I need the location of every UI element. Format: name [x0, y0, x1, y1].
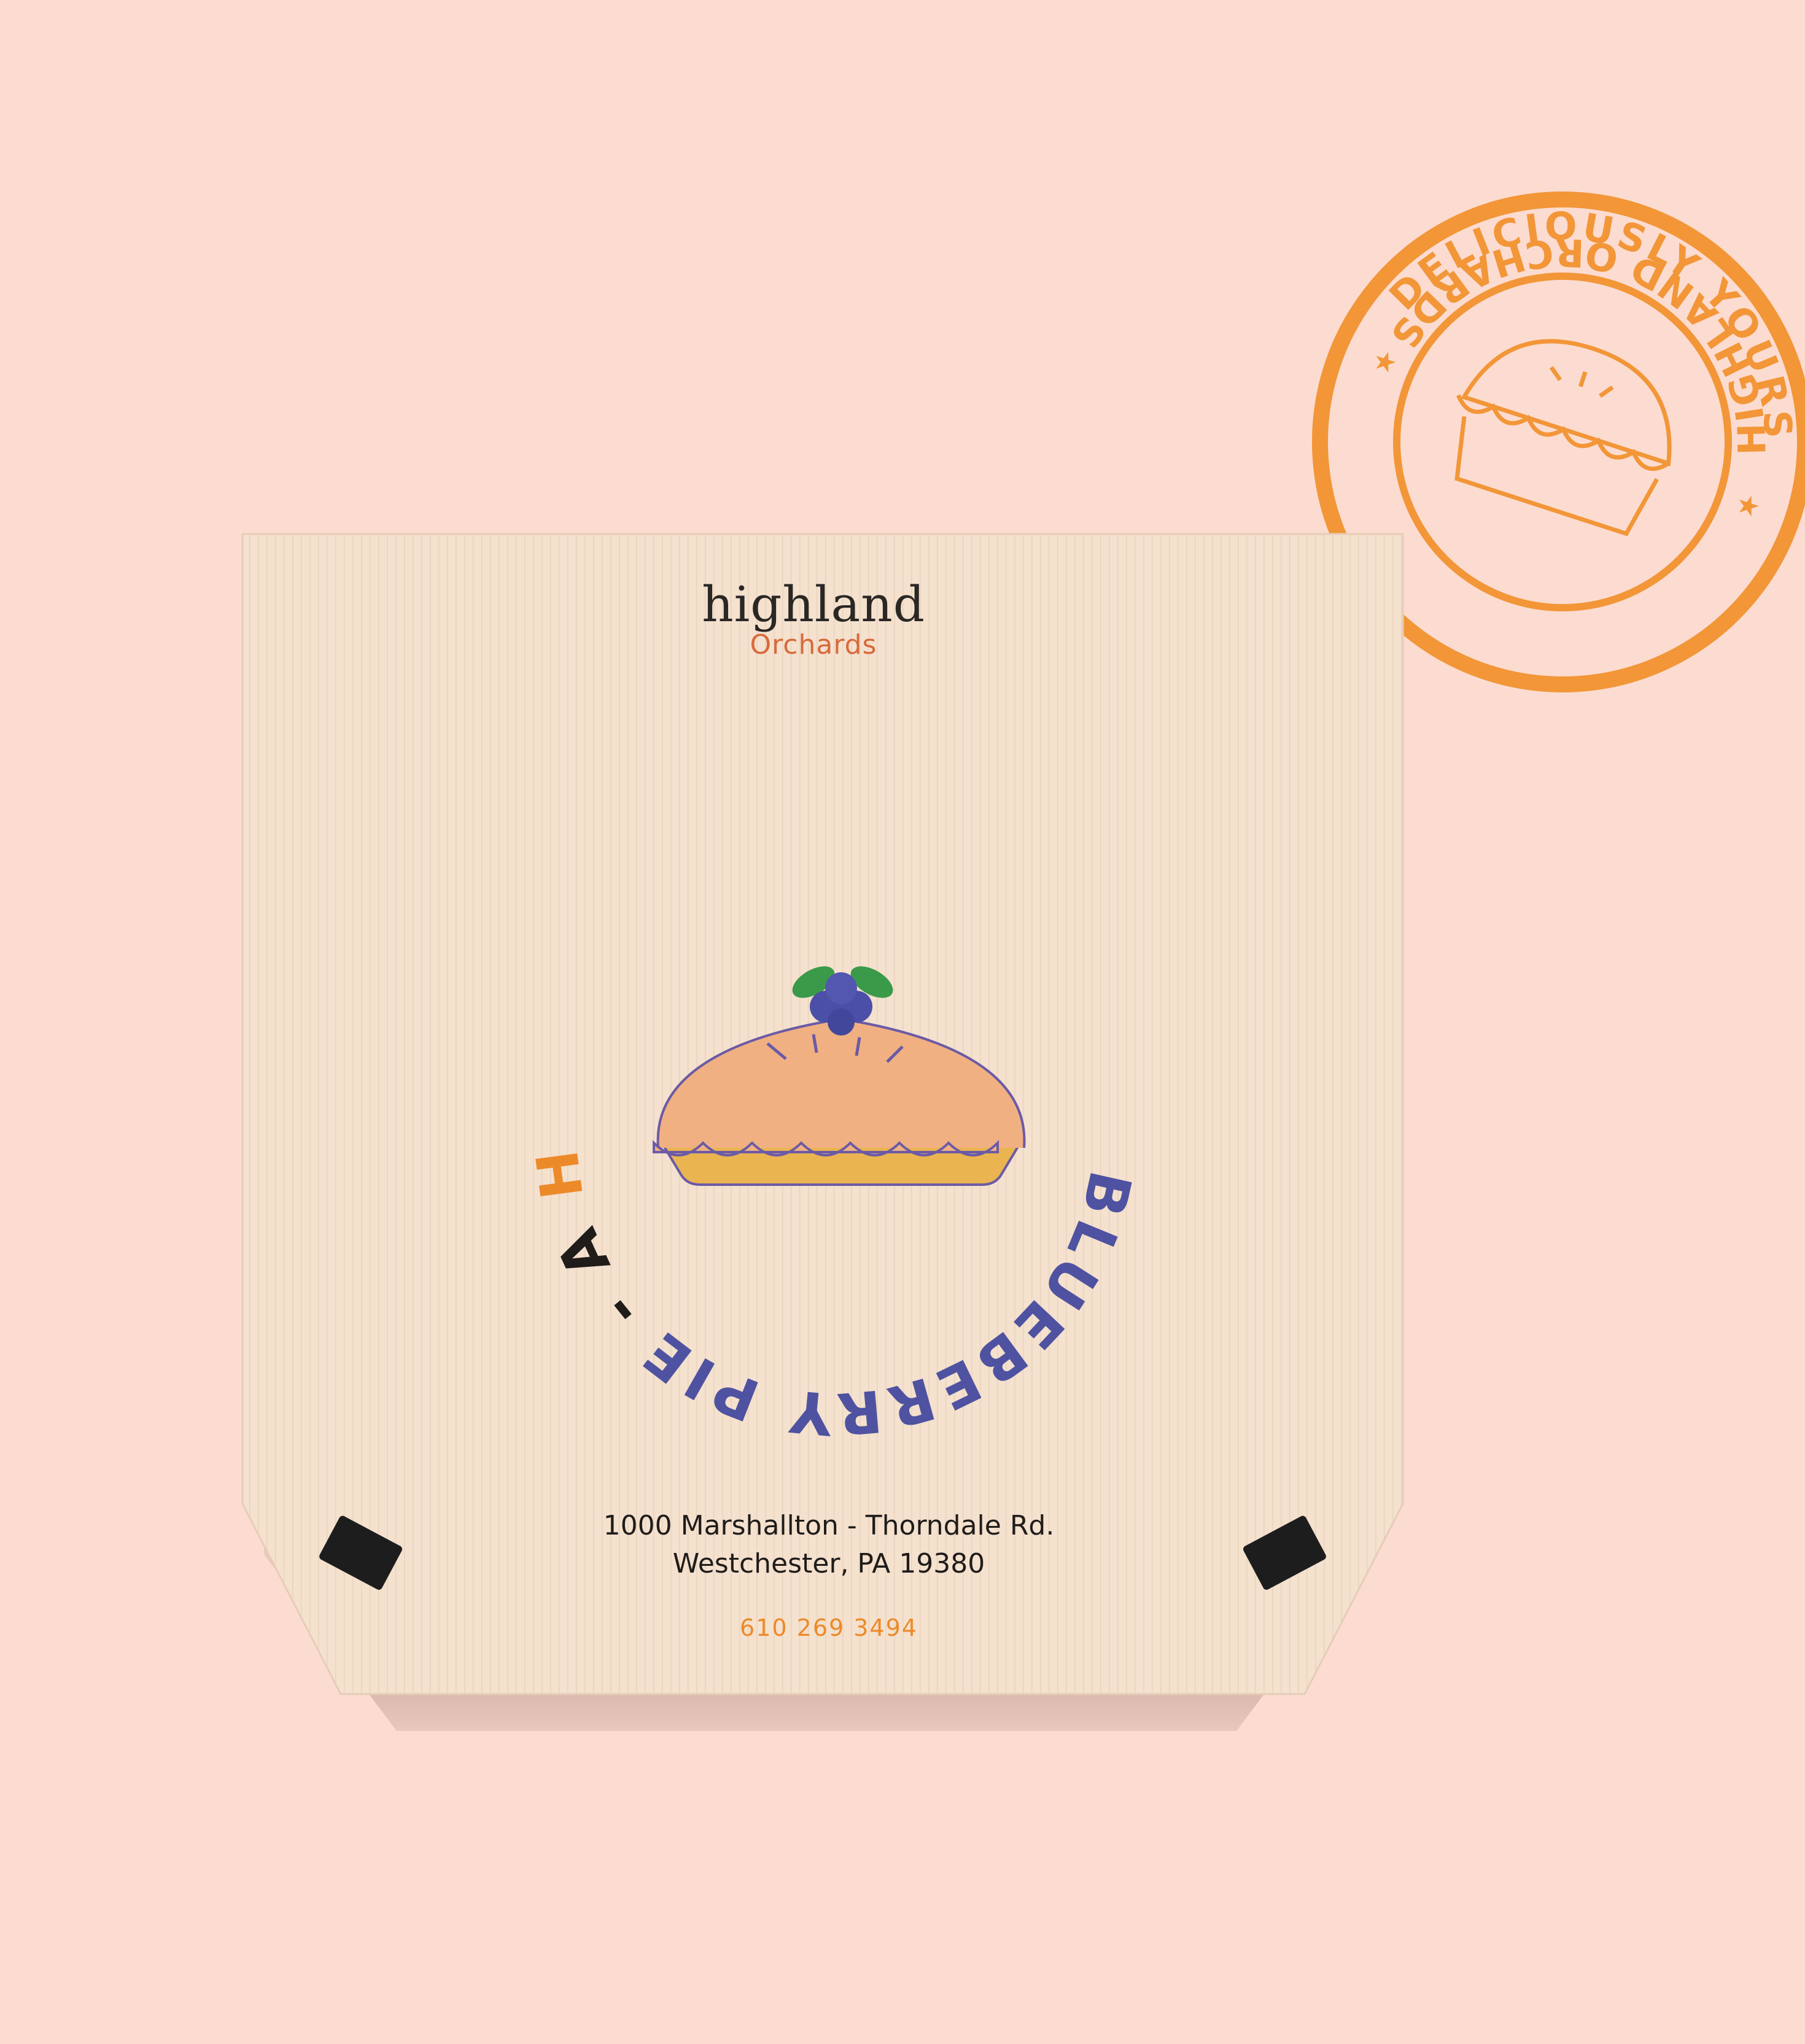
stamp-star-left: ★	[1368, 343, 1401, 381]
product-mockup-scene: DELICIOUSLY YOURS HIGHLAND ORCHARDS ★ ★	[0, 0, 1805, 2044]
phone-number: 610 269 3494	[740, 1614, 918, 1641]
stamp-pie-icon	[1454, 339, 1672, 536]
ring-text-delicacy: DELICACY -	[0, 0, 26, 14]
mockup-graphics: DELICIOUSLY YOURS HIGHLAND ORCHARDS ★ ★	[0, 0, 1805, 1695]
logo-orchards: Orchards	[750, 629, 877, 660]
address-line-2: Westchester, PA 19380	[672, 1548, 985, 1579]
address-block: 1000 Marshallton - Thorndale Rd. Westche…	[522, 1507, 1136, 1583]
address-line-1: 1000 Marshallton - Thorndale Rd.	[603, 1510, 1055, 1541]
brand-logo: highland Orchards	[660, 580, 967, 659]
logo-highland: highland	[702, 576, 925, 633]
stamp-star-right: ★	[1732, 487, 1764, 525]
